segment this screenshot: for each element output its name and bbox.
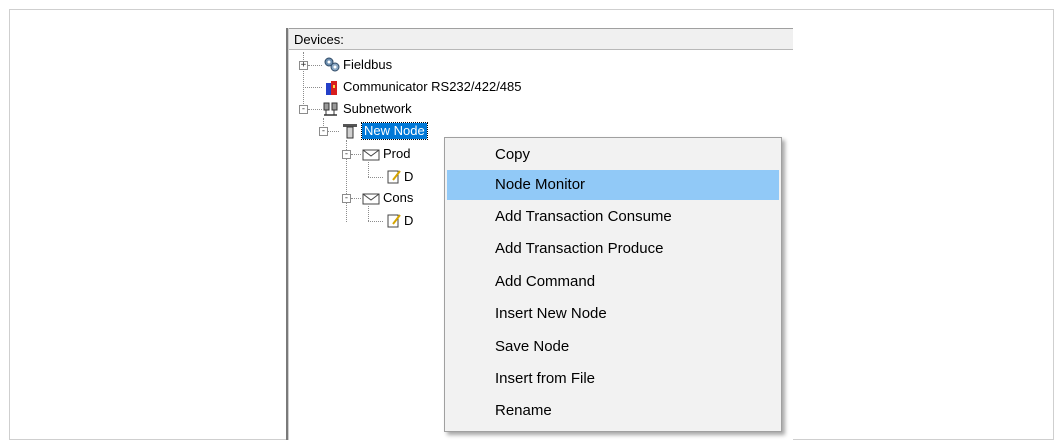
produce-expander[interactable]: - [342, 150, 351, 159]
tree-line [368, 221, 383, 222]
menu-item-insert-from-file[interactable]: Insert from File [447, 364, 779, 394]
menu-item-label: Save Node [495, 338, 570, 355]
menu-item-node-monitor[interactable]: Node Monitor [447, 170, 779, 200]
menu-item-label: Copy [495, 146, 531, 163]
menu-item-label: Add Command [495, 273, 596, 290]
tree-node-subnetwork[interactable]: Subnetwork [343, 101, 412, 117]
tree-node-communicator[interactable]: Communicator RS232/422/485 [343, 79, 522, 95]
menu-item-insert-new-node[interactable]: Insert New Node [447, 299, 779, 329]
menu-item-label: Insert from File [495, 370, 596, 387]
tree-line [303, 87, 322, 88]
subnetwork-icon [322, 100, 338, 116]
envelope-icon [362, 146, 380, 162]
communicator-icon [323, 79, 339, 95]
tree-line [308, 65, 322, 66]
tree-node-consume[interactable]: Cons [383, 190, 413, 206]
menu-item-rename[interactable]: Rename [447, 396, 779, 426]
tree-line [368, 177, 383, 178]
menu-item-add-command[interactable]: Add Command [447, 267, 779, 297]
fieldbus-expander[interactable]: + [299, 61, 308, 70]
envelope-icon [362, 190, 380, 206]
context-menu: Copy Node Monitor Add Transaction Consum… [444, 137, 782, 432]
tree-line [308, 109, 322, 110]
menu-item-label: Node Monitor [495, 176, 586, 193]
menu-item-add-transaction-produce[interactable]: Add Transaction Produce [447, 234, 779, 264]
tree-line [328, 131, 339, 132]
menu-item-label: Insert New Node [495, 305, 607, 322]
devices-header-label: Devices: [294, 32, 344, 47]
menu-item-save-node[interactable]: Save Node [447, 332, 779, 362]
data-icon [385, 168, 401, 184]
tree-line [351, 198, 361, 199]
new-node-expander[interactable]: - [319, 127, 328, 136]
devices-header: Devices: [289, 29, 793, 50]
data-icon [385, 212, 401, 228]
tree-node-consume-data[interactable]: D [404, 213, 413, 229]
menu-item-label: Add Transaction Consume [495, 208, 672, 225]
fieldbus-icon [323, 56, 340, 72]
subnetwork-expander[interactable]: - [299, 105, 308, 114]
menu-item-add-transaction-consume[interactable]: Add Transaction Consume [447, 202, 779, 232]
tree-node-produce[interactable]: Prod [383, 146, 410, 162]
tree-node-fieldbus[interactable]: Fieldbus [343, 57, 392, 73]
menu-item-copy[interactable]: Copy [447, 140, 779, 170]
menu-item-label: Rename [495, 402, 552, 419]
tree-line [351, 154, 361, 155]
tree-node-produce-data[interactable]: D [404, 169, 413, 185]
menu-item-label: Add Transaction Produce [495, 240, 664, 257]
tree-node-new-node[interactable]: New Node [361, 122, 428, 140]
node-icon [341, 122, 357, 139]
tree-line [368, 206, 369, 221]
consume-expander[interactable]: - [342, 194, 351, 203]
tree-line [368, 162, 369, 177]
